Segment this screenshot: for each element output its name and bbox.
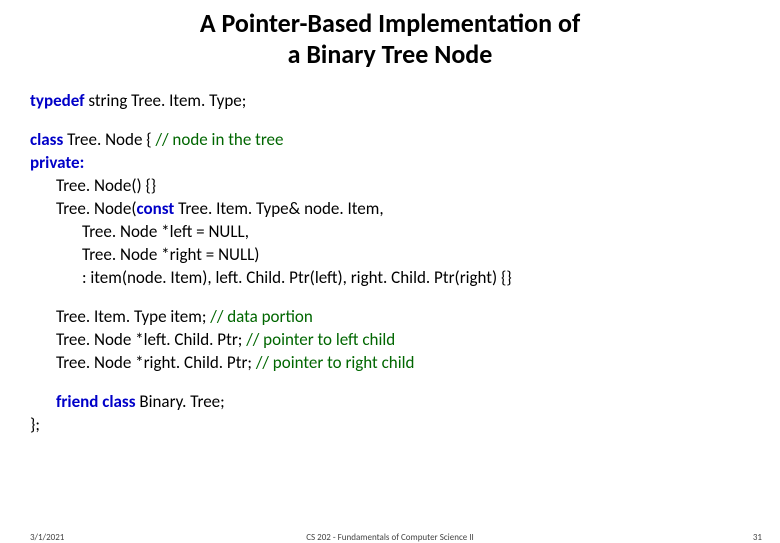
ctor-default: Tree. Node() {}: [30, 175, 750, 198]
members-block: Tree. Item. Type item; // data portion T…: [30, 306, 750, 375]
member-left: Tree. Node *left. Child. Ptr; // pointer…: [56, 329, 750, 352]
ctor-init-list: : item(node. Item), left. Child. Ptr(lef…: [30, 267, 750, 290]
ctor-param-line3: Tree. Node *right = NULL): [30, 244, 750, 267]
keyword-const: const: [136, 198, 174, 219]
ctor-open: Tree. Node(: [56, 198, 136, 219]
friend-block: friend class Binary. Tree; };: [30, 391, 750, 437]
class-decl-block: class Tree. Node { // node in the tree p…: [30, 129, 750, 290]
member-left-comment: // pointer to left child: [246, 329, 395, 350]
keyword-private: private:: [30, 152, 84, 173]
keyword-class: class: [30, 129, 63, 150]
keyword-friend: friend class: [56, 391, 136, 412]
class-close: };: [30, 414, 750, 437]
ctor-param-line1: Tree. Node(const Tree. Item. Type& node.…: [30, 198, 750, 221]
member-right-comment: // pointer to right child: [256, 352, 415, 373]
member-left-decl: Tree. Node *left. Child. Ptr;: [56, 329, 246, 350]
friend-line: friend class Binary. Tree;: [30, 391, 750, 414]
typedef-line: typedef string Tree. Item. Type;: [30, 90, 750, 113]
code-content: typedef string Tree. Item. Type; class T…: [0, 70, 780, 436]
friend-name: Binary. Tree;: [136, 391, 225, 412]
title-line-2: a Binary Tree Node: [0, 39, 780, 70]
ctor-param1: Tree. Item. Type& node. Item,: [174, 198, 383, 219]
typedef-text: string Tree. Item. Type;: [85, 90, 247, 111]
footer-page-number: 31: [753, 532, 762, 543]
slide-title: A Pointer-Based Implementation of a Bina…: [0, 0, 780, 70]
footer-course: CS 202 - Fundamentals of Computer Scienc…: [0, 532, 780, 543]
member-item: Tree. Item. Type item; // data portion: [56, 306, 750, 329]
class-line: class Tree. Node { // node in the tree: [30, 129, 750, 152]
member-item-comment: // data portion: [210, 306, 313, 327]
member-right: Tree. Node *right. Child. Ptr; // pointe…: [56, 352, 750, 375]
private-line: private:: [30, 152, 750, 175]
class-name-text: Tree. Node {: [63, 129, 155, 150]
member-right-decl: Tree. Node *right. Child. Ptr;: [56, 352, 256, 373]
keyword-typedef: typedef: [30, 90, 85, 111]
title-line-1: A Pointer-Based Implementation of: [0, 8, 780, 39]
member-item-decl: Tree. Item. Type item;: [56, 306, 210, 327]
class-comment: // node in the tree: [155, 129, 283, 150]
ctor-param-line2: Tree. Node *left = NULL,: [30, 221, 750, 244]
